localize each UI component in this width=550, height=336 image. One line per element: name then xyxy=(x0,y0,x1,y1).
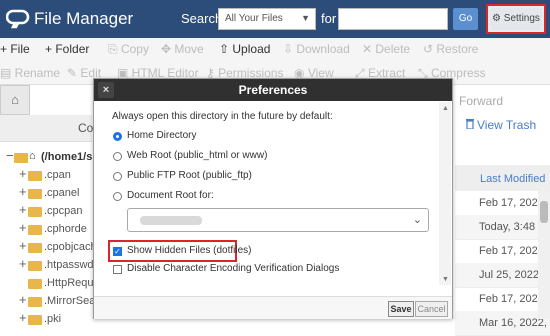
dialog-body: Always open this directory in the future… xyxy=(95,102,439,285)
expand-icon: + xyxy=(19,292,27,307)
folder-icon xyxy=(28,297,42,307)
dialog-scrollbar[interactable]: ▲ ▼ xyxy=(439,102,451,285)
default-directory-prompt: Always open this directory in the future… xyxy=(112,111,333,122)
delete-icon: ✕ xyxy=(362,42,376,56)
close-icon[interactable]: × xyxy=(98,82,114,98)
restore-button[interactable]: ↺ Restore xyxy=(423,42,478,56)
preferences-dialog: × Preferences Always open this directory… xyxy=(93,78,453,319)
home-icon: ⌂ xyxy=(29,150,36,162)
show-hidden-checkbox[interactable]: ✓ xyxy=(113,247,122,256)
edit-icon: ✎ xyxy=(67,66,81,80)
move-icon: ✥ xyxy=(161,42,175,56)
table-row[interactable]: Feb 17, 2022, xyxy=(455,287,550,312)
expand-icon: + xyxy=(19,238,27,253)
disable-encoding-checkbox[interactable] xyxy=(113,265,122,274)
upload-button[interactable]: ⇧ Upload xyxy=(219,42,270,56)
table-row[interactable]: Feb 17, 2022, xyxy=(455,191,550,216)
file-list-pane: Forward View Trash Last Modified Feb 17,… xyxy=(455,85,550,336)
go-button[interactable]: Go xyxy=(453,8,478,30)
folder-icon xyxy=(28,189,42,199)
table-row[interactable]: Mar 16, 2022, xyxy=(455,311,550,336)
public-ftp-root-label[interactable]: Public FTP Root (public_ftp) xyxy=(127,170,252,181)
tree-column-header: Co xyxy=(0,115,93,142)
move-button[interactable]: ✥ Move xyxy=(161,42,204,56)
expand-icon: + xyxy=(19,256,27,271)
dialog-footer: Save Cancel xyxy=(94,296,452,319)
search-input[interactable] xyxy=(338,8,448,30)
delete-button[interactable]: ✕ Delete xyxy=(362,42,410,56)
home-directory-radio[interactable] xyxy=(113,132,122,141)
new-file-button[interactable]: + File xyxy=(0,42,30,56)
upload-icon: ⇧ xyxy=(219,42,233,56)
expand-icon: + xyxy=(19,184,27,199)
disable-encoding-label[interactable]: Disable Character Encoding Verification … xyxy=(127,263,339,274)
download-button[interactable]: ⇩ Download xyxy=(283,42,350,56)
search-label: Search xyxy=(181,11,223,26)
show-hidden-label[interactable]: Show Hidden Files (dotfiles) xyxy=(127,245,252,256)
document-root-radio[interactable] xyxy=(113,192,122,201)
document-root-value xyxy=(140,216,202,225)
table-row[interactable]: Today, 3:48 P xyxy=(455,215,550,240)
chevron-down-icon: ⌄ xyxy=(412,214,422,226)
expand-icon: + xyxy=(19,220,27,235)
forward-button[interactable]: Forward xyxy=(459,94,503,108)
new-folder-button[interactable]: + Folder xyxy=(45,42,89,56)
web-root-radio[interactable] xyxy=(113,152,122,161)
expand-icon: + xyxy=(19,310,27,325)
search-scope-select[interactable]: All Your Files ▼ xyxy=(218,8,316,30)
app-title: File Manager xyxy=(34,9,134,28)
home-directory-label[interactable]: Home Directory xyxy=(127,130,196,141)
folder-icon xyxy=(28,171,42,181)
plus-icon: + xyxy=(45,42,56,56)
copy-icon: ⎘ xyxy=(108,42,121,56)
scrollbar-thumb[interactable] xyxy=(540,201,548,223)
table-row[interactable]: Feb 17, 2022, xyxy=(455,239,550,264)
collapse-icon: − xyxy=(6,148,14,163)
folder-icon xyxy=(14,153,28,163)
plus-icon: + xyxy=(0,42,11,56)
document-root-label[interactable]: Document Root for: xyxy=(127,190,214,201)
expand-icon: + xyxy=(19,202,27,217)
trash-icon xyxy=(466,119,474,129)
restore-icon: ↺ xyxy=(423,42,437,56)
document-root-select[interactable]: ⌄ xyxy=(127,208,429,232)
save-button[interactable]: Save xyxy=(388,301,414,317)
copy-button[interactable]: ⎘ Copy xyxy=(108,42,149,57)
expand-icon: + xyxy=(19,166,27,181)
for-label: for xyxy=(321,11,337,26)
rename-icon: ▤ xyxy=(0,66,15,80)
search-scope-value: All Your Files xyxy=(225,13,283,24)
web-root-label[interactable]: Web Root (public_html or www) xyxy=(127,150,267,161)
show-hidden-highlight-box: ✓ Show Hidden Files (dotfiles) xyxy=(108,240,252,262)
settings-label: Settings xyxy=(503,13,540,24)
toolbar-primary: + File + Folder ⎘ Copy ✥ Move ⇧ Upload ⇩… xyxy=(0,38,550,62)
folder-icon xyxy=(28,207,42,217)
file-list-scrollbar[interactable] xyxy=(538,191,550,319)
gear-icon: ⚙ xyxy=(492,13,502,24)
chevron-down-icon: ▼ xyxy=(301,13,310,23)
dialog-title-bar: × Preferences xyxy=(94,79,452,101)
dialog-title: Preferences xyxy=(238,83,308,97)
folder-icon xyxy=(28,243,42,253)
public-ftp-root-radio[interactable] xyxy=(113,172,122,181)
scroll-down-icon[interactable]: ▼ xyxy=(442,276,449,283)
cpanel-logo-icon xyxy=(6,9,30,29)
folder-icon xyxy=(28,279,42,289)
download-icon: ⇩ xyxy=(283,42,297,56)
view-trash-button[interactable]: View Trash xyxy=(465,118,536,132)
scroll-up-icon[interactable]: ▲ xyxy=(442,105,449,112)
table-row[interactable]: Jul 25, 2022, xyxy=(455,263,550,288)
home-button[interactable]: ⌂ xyxy=(0,85,30,115)
rename-button[interactable]: ▤ Rename xyxy=(0,66,60,80)
folder-tree-pane: ⌂ Co − ⌂ (/home1/s + .cpan + .cpanel + .cpc… xyxy=(0,85,100,325)
folder-icon xyxy=(28,225,42,235)
home-icon: ⌂ xyxy=(11,92,19,107)
folder-icon xyxy=(28,315,42,325)
last-modified-header[interactable]: Last Modified xyxy=(455,165,550,191)
settings-button[interactable]: ⚙ Settings xyxy=(490,8,542,30)
top-header: File Manager Search All Your Files ▼ for… xyxy=(0,0,550,38)
settings-highlight-box: ⚙ Settings xyxy=(486,4,546,34)
cancel-button[interactable]: Cancel xyxy=(415,301,448,317)
folder-icon xyxy=(28,261,42,271)
